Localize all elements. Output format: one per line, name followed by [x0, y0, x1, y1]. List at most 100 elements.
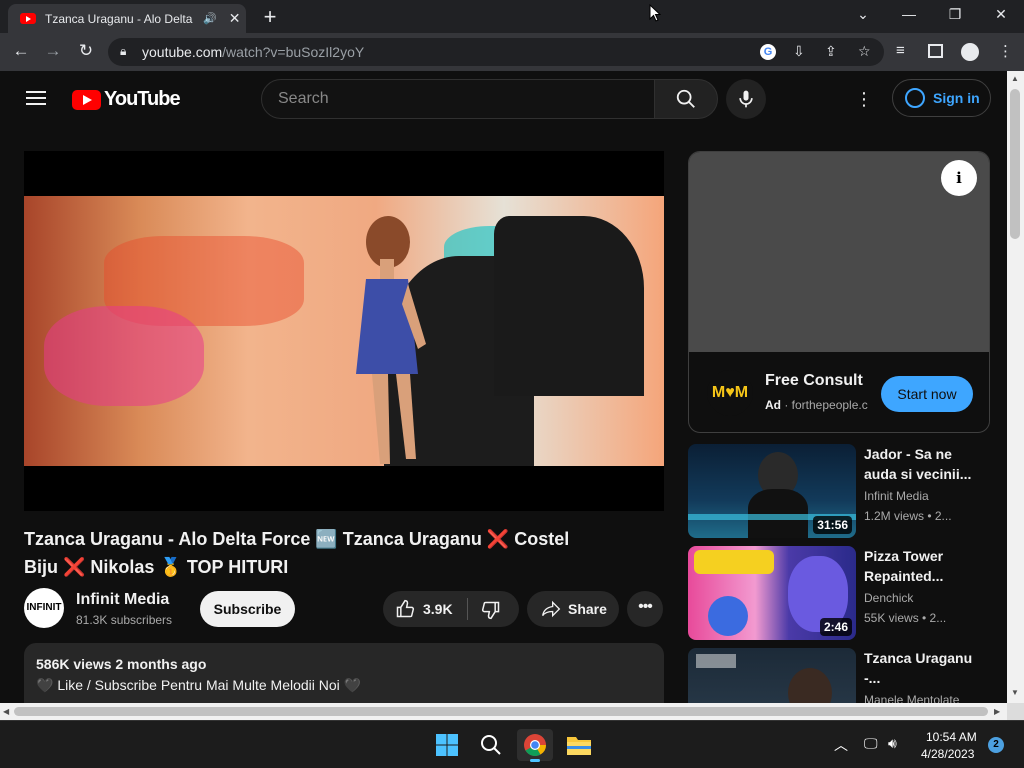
ad-title[interactable]: Free Consult — [765, 372, 863, 390]
reading-list-icon[interactable]: ≡ — [896, 42, 905, 59]
network-icon[interactable]: 🖵 — [864, 735, 878, 752]
file-explorer-button[interactable] — [561, 729, 597, 761]
ad-logo: M♥M — [707, 370, 753, 416]
microphone-icon — [739, 90, 753, 108]
bookmark-star-icon[interactable]: ☆ — [858, 43, 871, 60]
recommended-video[interactable]: 31:56 Jador - Sa ne auda si vecinii... I… — [688, 444, 988, 538]
close-window-button[interactable]: ✕ — [986, 6, 1016, 23]
video-title: Tzanca Uraganu - Alo Delta Force 🆕 Tzanc… — [24, 529, 570, 577]
ad-subtitle: Ad · forthepeople.c — [765, 398, 868, 412]
start-button[interactable] — [429, 729, 465, 761]
more-actions-button[interactable]: ••• — [627, 591, 663, 627]
tab-search-chevron-icon[interactable]: ⌄ — [848, 6, 878, 23]
video-meta: 55K views • 2... — [864, 611, 947, 625]
search-input[interactable] — [278, 90, 638, 108]
recommended-video[interactable]: Tzanca Uraganu -... Manele Mentolate — [688, 648, 988, 703]
clock-time[interactable]: 10:54 AM — [926, 730, 977, 744]
description-box[interactable]: 586K views 2 months ago 🖤 Like / Subscri… — [24, 643, 664, 703]
browser-tab-bar: Tzanca Uraganu - Alo Delta Force 🔊 ✕ + ⌄… — [0, 0, 1024, 33]
profile-icon[interactable] — [961, 43, 979, 61]
channel-name[interactable]: Infinit Media — [76, 591, 169, 609]
account-icon — [905, 88, 925, 108]
sign-in-button[interactable]: Sign in — [892, 79, 991, 117]
address-bar[interactable]: 🔒︎ youtube.com/watch?v=buSozIl2yoY G ⇩ ⇪… — [108, 38, 884, 66]
forward-arrow-icon[interactable]: → — [42, 41, 64, 61]
youtube-page: YouTube ⋮ Sign in Tza — [0, 71, 1007, 703]
chrome-taskbar-button[interactable] — [517, 729, 553, 762]
recommended-video[interactable]: 2:46 Pizza Tower Repainted... Denchick 5… — [688, 546, 988, 640]
video-duration: 2:46 — [819, 618, 852, 636]
notification-badge[interactable]: 2 — [988, 737, 1004, 753]
vertical-scrollbar[interactable]: ▲ ▼ — [1007, 71, 1024, 703]
ad-start-now-button[interactable]: Start now — [881, 376, 973, 412]
share-page-icon[interactable]: ⇪ — [825, 43, 837, 60]
horizontal-scrollbar[interactable]: ◀ ▶ — [0, 703, 1007, 720]
sidebar-ad[interactable]: i M♥M Free Consult Ad · forthepeople.c S… — [688, 151, 990, 433]
channel-avatar[interactable]: INFINIT — [24, 588, 64, 628]
video-duration: 31:56 — [813, 516, 852, 534]
sign-in-label: Sign in — [933, 90, 980, 106]
lock-icon[interactable]: 🔒︎ — [120, 44, 126, 59]
video-thumbnail[interactable]: 31:56 — [688, 444, 856, 538]
dancer-figure — [356, 216, 426, 464]
youtube-favicon-icon — [20, 13, 36, 24]
browser-toolbar: ← → ↻ 🔒︎ youtube.com/watch?v=buSozIl2yoY… — [0, 33, 1024, 71]
horizontal-scroll-thumb[interactable] — [14, 707, 988, 716]
scroll-up-arrow-icon[interactable]: ▲ — [1011, 74, 1019, 83]
back-arrow-icon[interactable]: ← — [10, 41, 32, 61]
video-player[interactable] — [24, 151, 664, 511]
mouse-cursor-icon — [649, 4, 661, 22]
share-label: Share — [568, 601, 607, 617]
channel-name[interactable]: Denchick — [864, 591, 913, 605]
share-button[interactable]: Share — [527, 591, 619, 627]
google-lens-icon[interactable]: G — [760, 44, 776, 60]
subscriber-count: 81.3K subscribers — [76, 613, 173, 627]
like-icon[interactable] — [395, 599, 415, 619]
search-button[interactable] — [654, 79, 718, 119]
taskbar-search-button[interactable] — [473, 729, 509, 761]
search-icon — [676, 89, 695, 108]
youtube-logo-text: YouTube — [104, 88, 181, 110]
windows-taskbar: ︿ 🖵 🔊︎ 10:54 AM 4/28/2023 2 — [0, 720, 1024, 768]
youtube-logo[interactable]: YouTube — [72, 88, 181, 111]
volume-icon[interactable]: 🔊︎ — [888, 735, 897, 752]
new-tab-button[interactable]: + — [258, 4, 282, 30]
windows-logo-icon — [436, 734, 458, 756]
reload-icon[interactable]: ↻ — [75, 41, 97, 61]
channel-name[interactable]: Infinit Media — [864, 489, 929, 503]
video-title[interactable]: Tzanca Uraganu -... — [864, 648, 974, 688]
hamburger-menu-icon[interactable] — [26, 91, 46, 105]
url-text[interactable]: youtube.com/watch?v=buSozIl2yoY — [142, 44, 364, 60]
video-thumbnail[interactable] — [688, 648, 856, 703]
browser-tab[interactable]: Tzanca Uraganu - Alo Delta Force 🔊 ✕ — [8, 4, 246, 33]
video-title[interactable]: Jador - Sa ne auda si vecinii... — [864, 444, 974, 484]
side-panel-icon[interactable] — [928, 44, 943, 58]
video-title[interactable]: Pizza Tower Repainted... — [864, 546, 974, 586]
scrollbar-corner — [1007, 703, 1024, 720]
tab-audio-icon[interactable]: 🔊 — [203, 12, 217, 25]
scroll-down-arrow-icon[interactable]: ▼ — [1011, 688, 1019, 697]
tab-close-icon[interactable]: ✕ — [229, 10, 241, 27]
search-icon — [481, 735, 501, 755]
ad-info-icon[interactable]: i — [941, 160, 977, 196]
like-count[interactable]: 3.9K — [423, 601, 453, 617]
like-dislike-group: 3.9K — [383, 591, 519, 627]
chrome-icon — [524, 734, 546, 756]
vertical-scroll-thumb[interactable] — [1010, 89, 1020, 239]
restore-button[interactable]: ❐ — [940, 6, 970, 23]
clock-date[interactable]: 4/28/2023 — [921, 747, 974, 761]
video-meta: 1.2M views • 2... — [864, 509, 952, 523]
video-thumbnail[interactable]: 2:46 — [688, 546, 856, 640]
voice-search-button[interactable] — [726, 79, 766, 119]
search-box[interactable] — [261, 79, 655, 119]
scroll-left-arrow-icon[interactable]: ◀ — [3, 707, 9, 716]
settings-kebab-icon[interactable]: ⋮ — [854, 89, 874, 110]
install-app-icon[interactable]: ⇩ — [793, 43, 805, 60]
show-hidden-icons-chevron-icon[interactable]: ︿ — [834, 735, 848, 755]
scroll-right-arrow-icon[interactable]: ▶ — [994, 707, 1000, 716]
channel-name[interactable]: Manele Mentolate — [864, 693, 959, 703]
browser-menu-icon[interactable]: ⋮ — [998, 42, 1013, 60]
minimize-button[interactable]: — — [894, 6, 924, 22]
dislike-icon[interactable] — [481, 600, 501, 620]
subscribe-button[interactable]: Subscribe — [200, 591, 295, 627]
